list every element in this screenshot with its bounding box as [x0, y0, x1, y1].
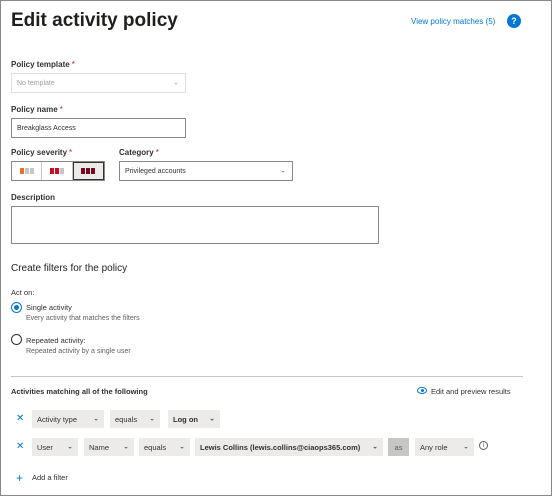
policy-name-label: Policy name * — [11, 105, 63, 114]
add-filter-button[interactable]: Add a filter — [32, 473, 68, 482]
policy-name-label-text: Policy name — [11, 105, 58, 114]
policy-template-dropdown[interactable]: No template ⌄ — [11, 73, 186, 93]
eye-icon[interactable] — [417, 387, 427, 394]
severity-medium-button[interactable] — [42, 162, 73, 180]
severity-bar — [29, 168, 34, 174]
filter-operator-dropdown[interactable]: equals ⌄ — [110, 410, 160, 428]
filter-field-dropdown[interactable]: User ⌄ — [32, 438, 78, 456]
act-on-label: Act on: — [11, 288, 35, 297]
policy-severity-label-text: Policy severity — [11, 148, 68, 157]
policy-name-input[interactable]: Breakglass Access — [11, 118, 186, 138]
severity-bar — [19, 168, 24, 174]
severity-bar — [91, 168, 96, 174]
severity-bar — [24, 168, 29, 174]
chevron-down-icon: ⌄ — [280, 167, 286, 175]
filter-field-value: Activity type — [37, 414, 78, 424]
filter-field-value: User — [37, 442, 53, 452]
remove-filter-icon[interactable]: ✕ — [16, 413, 24, 424]
info-icon[interactable]: i — [479, 441, 488, 450]
help-icon[interactable]: ? — [507, 14, 521, 28]
chevron-down-icon: ⌄ — [209, 415, 215, 423]
severity-high-button[interactable] — [72, 162, 104, 180]
severity-bar — [49, 168, 54, 174]
category-label-text: Category — [119, 148, 154, 157]
view-policy-matches-link[interactable]: View policy matches (5) — [411, 17, 495, 26]
filter-subfield-value: Name — [89, 442, 110, 452]
filters-section-title: Create filters for the policy — [11, 263, 128, 274]
category-value: Privileged accounts — [125, 167, 186, 175]
edit-policy-panel: Edit activity policy View policy matches… — [0, 0, 552, 496]
description-label: Description — [11, 193, 56, 202]
filter-field-dropdown[interactable]: Activity type ⌄ — [32, 410, 104, 428]
policy-template-placeholder: No template — [17, 79, 55, 87]
single-activity-label[interactable]: Single activity — [26, 303, 72, 312]
role-dropdown[interactable]: Any role ⌄ — [415, 438, 474, 456]
policy-severity-label: Policy severity * — [11, 148, 72, 157]
severity-selector — [11, 161, 105, 181]
page-title: Edit activity policy — [11, 10, 178, 31]
repeated-activity-label[interactable]: Repeated activity: — [26, 336, 86, 345]
chevron-down-icon: ⌄ — [149, 415, 155, 423]
chevron-down-icon: ⌄ — [173, 79, 179, 87]
chevron-down-icon: ⌄ — [372, 443, 378, 451]
repeated-activity-description: Repeated activity by a single user — [26, 348, 131, 355]
single-activity-description: Every activity that matches the filters — [26, 315, 140, 322]
chevron-down-icon: ⌄ — [93, 415, 99, 423]
chevron-down-icon: ⌄ — [123, 443, 129, 451]
severity-bar — [81, 168, 86, 174]
filter-value-text: Log on — [173, 414, 198, 424]
filter-value-text: Lewis Collins (lewis.collins@ciaops365.c… — [200, 442, 361, 452]
remove-filter-icon[interactable]: ✕ — [16, 441, 24, 452]
repeated-activity-radio[interactable] — [11, 334, 22, 345]
severity-bar — [59, 168, 64, 174]
as-label: as — [388, 438, 409, 456]
description-textarea[interactable] — [11, 206, 379, 244]
policy-template-label: Policy template * — [11, 60, 75, 69]
severity-bar — [86, 168, 91, 174]
role-value: Any role — [420, 442, 448, 452]
required-mark: * — [155, 148, 159, 157]
severity-low-button[interactable] — [12, 162, 43, 180]
required-mark: * — [69, 148, 73, 157]
filter-subfield-dropdown[interactable]: Name ⌄ — [84, 438, 134, 456]
filter-operator-dropdown[interactable]: equals ⌄ — [139, 438, 190, 456]
filter-operator-value: equals — [144, 442, 167, 452]
category-label: Category * — [119, 148, 159, 157]
policy-template-label-text: Policy template — [11, 60, 70, 69]
edit-preview-results-link[interactable]: Edit and preview results — [431, 387, 511, 396]
single-activity-radio[interactable] — [11, 302, 22, 313]
required-mark: * — [59, 105, 63, 114]
activities-matching-label: Activities matching all of the following — [11, 387, 148, 396]
required-mark: * — [71, 60, 75, 69]
policy-name-value: Breakglass Access — [17, 124, 76, 132]
plus-icon[interactable]: + — [16, 471, 23, 485]
category-dropdown[interactable]: Privileged accounts ⌄ — [119, 161, 293, 181]
chevron-down-icon: ⌄ — [67, 443, 73, 451]
filter-operator-value: equals — [115, 414, 138, 424]
filter-value-dropdown[interactable]: Log on ⌄ — [168, 410, 220, 428]
chevron-down-icon: ⌄ — [179, 443, 185, 451]
chevron-down-icon: ⌄ — [463, 443, 469, 451]
filter-value-dropdown[interactable]: Lewis Collins (lewis.collins@ciaops365.c… — [195, 438, 383, 456]
divider — [11, 376, 523, 377]
severity-bar — [54, 168, 59, 174]
